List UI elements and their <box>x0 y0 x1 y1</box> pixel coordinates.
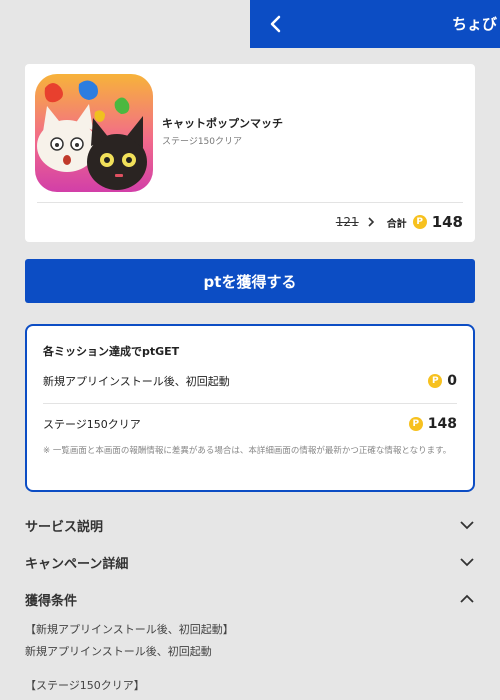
point-coin-icon: P <box>408 417 423 431</box>
mission-label: ステージ150クリア <box>43 418 141 431</box>
point-coin-icon: P <box>412 215 427 229</box>
total-points: 148 <box>431 213 463 231</box>
mission-item: 新規アプリインストール後、初回起動 P 0 <box>43 372 457 390</box>
get-points-button[interactable]: ptを獲得する <box>25 259 475 303</box>
mission-item: ステージ150クリア P 148 <box>43 415 457 433</box>
section-label: 獲得条件 <box>25 593 78 609</box>
mission-box: 各ミッション達成でptGET 新規アプリインストール後、初回起動 P 0 ステー… <box>25 324 475 492</box>
point-coin-icon: P <box>428 374 443 388</box>
mission-label: 新規アプリインストール後、初回起動 <box>43 375 230 388</box>
chevron-up-icon[interactable] <box>459 591 475 607</box>
top-bar: ちょび <box>250 0 500 48</box>
section-label: サービス説明 <box>25 519 104 535</box>
chevron-right-icon <box>368 217 374 227</box>
condition-heading: 【新規アプリインストール後、初回起動】 <box>25 623 234 636</box>
condition-text: 新規アプリインストール後、初回起動 <box>25 645 212 658</box>
condition-heading: 【ステージ150クリア】 <box>25 679 145 692</box>
app-subtitle: ステージ150クリア <box>162 137 242 147</box>
chevron-down-icon[interactable] <box>459 554 475 570</box>
section-acquisition-conditions[interactable]: 獲得条件 <box>25 589 475 609</box>
app-name: キャットポップンマッチ <box>162 117 283 130</box>
divider <box>37 202 463 203</box>
points-summary: 121 合計 P 148 <box>336 212 463 232</box>
section-campaign-details[interactable]: キャンペーン詳細 <box>25 552 475 572</box>
page-title: ちょび <box>452 15 498 33</box>
divider <box>43 403 457 404</box>
mission-points: 0 <box>447 373 457 389</box>
app-icon <box>35 74 153 192</box>
mission-title: 各ミッション達成でptGET <box>43 345 180 358</box>
back-arrow-icon[interactable] <box>266 14 286 34</box>
chevron-down-icon[interactable] <box>459 517 475 533</box>
mission-note: ※ 一覧画面と本画面の報酬情報に差異がある場合は、本詳細画面の情報が最新かつ正確… <box>43 446 452 456</box>
total-label: 合計 <box>386 218 407 230</box>
mission-points: 148 <box>427 416 457 432</box>
section-service-description[interactable]: サービス説明 <box>25 515 475 535</box>
old-points: 121 <box>335 215 359 229</box>
section-label: キャンペーン詳細 <box>25 556 129 572</box>
app-card: キャットポップンマッチ ステージ150クリア 121 合計 P 148 <box>25 64 475 242</box>
